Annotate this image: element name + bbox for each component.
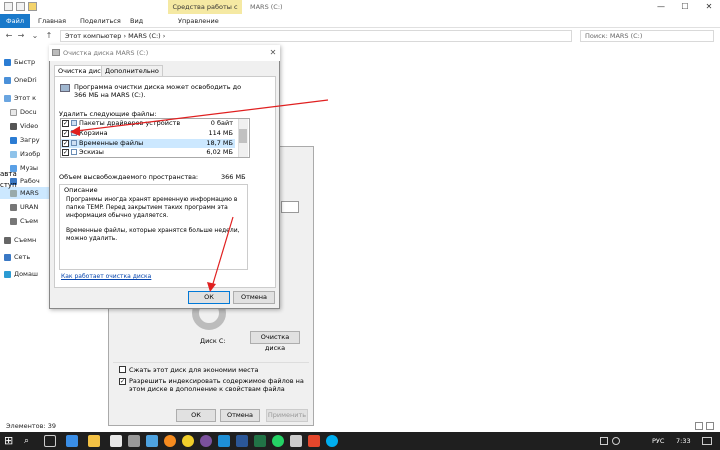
whatsapp-icon[interactable] (272, 435, 284, 447)
word-icon[interactable] (236, 435, 248, 447)
excel-icon[interactable] (254, 435, 266, 447)
store-icon[interactable] (110, 435, 122, 447)
paint-icon[interactable] (146, 435, 158, 447)
calculator-icon[interactable] (128, 435, 140, 447)
explorer-taskbar-icon[interactable] (88, 435, 100, 447)
status-bar: Элементов: 39 (6, 422, 56, 430)
volume-icon[interactable] (612, 437, 620, 445)
annotation-arrowhead (70, 126, 80, 136)
start-icon[interactable]: ⊞ (4, 435, 16, 447)
annotation-arrowhead (207, 282, 216, 292)
annotation-arrow-to-recycle-bin (75, 99, 329, 132)
skype-icon[interactable] (326, 435, 338, 447)
app-icon[interactable] (290, 435, 302, 447)
annotation-arrows (70, 99, 329, 292)
telegram-icon[interactable] (218, 435, 230, 447)
clock[interactable]: 7:33 (676, 432, 691, 450)
notifications-icon[interactable] (702, 437, 712, 445)
task-view-icon[interactable] (44, 435, 56, 447)
edge-icon[interactable] (66, 435, 78, 447)
firefox-icon[interactable] (164, 435, 176, 447)
tiles-view-icon[interactable] (706, 422, 714, 430)
viber-icon[interactable] (200, 435, 212, 447)
app-icon-red[interactable] (308, 435, 320, 447)
search-icon[interactable]: ⌕ (24, 435, 36, 447)
language-indicator[interactable]: РУС (652, 432, 664, 450)
battery-icon[interactable] (600, 437, 608, 445)
details-view-icon[interactable] (695, 422, 703, 430)
annotation-arrow-to-ok (211, 216, 234, 288)
chrome-icon[interactable] (182, 435, 194, 447)
